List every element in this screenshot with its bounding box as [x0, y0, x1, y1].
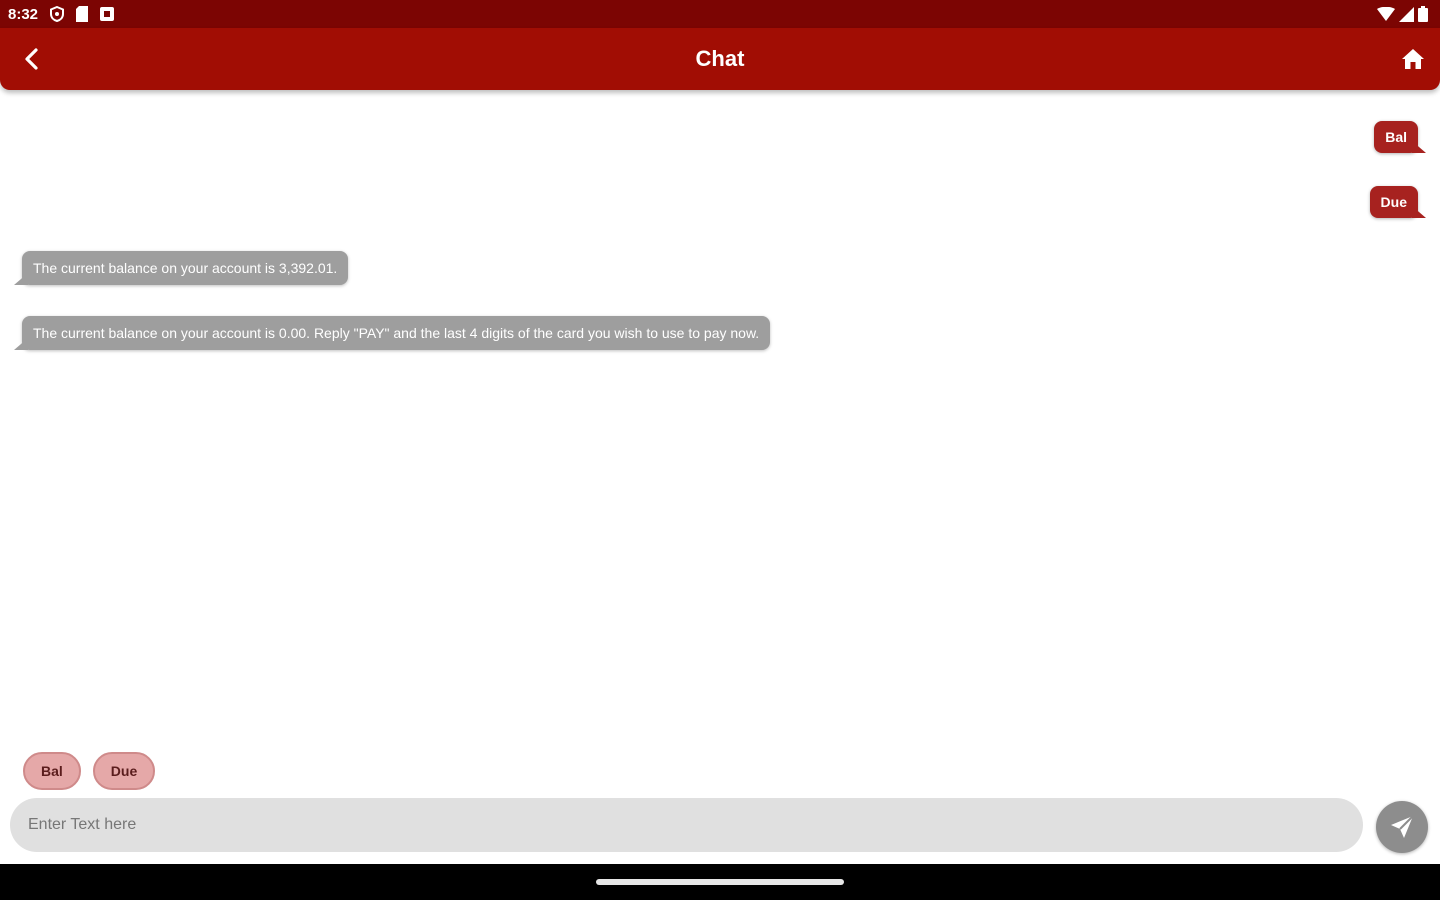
shield-icon: [50, 6, 65, 22]
page-title: Chat: [695, 46, 745, 71]
status-left: 8:32: [8, 5, 115, 23]
status-time: 8:32: [8, 5, 39, 23]
quick-reply-bal[interactable]: Bal: [23, 752, 81, 790]
bot-message: The current balance on your account is 0…: [13, 316, 771, 350]
cell-signal-icon: [1399, 6, 1414, 22]
sim-card-icon: [76, 6, 89, 22]
user-message: Bal: [1374, 121, 1426, 153]
chevron-left-icon: [25, 48, 38, 70]
home-indicator[interactable]: [596, 879, 844, 885]
send-button[interactable]: [1376, 801, 1428, 853]
user-message: Due: [1369, 186, 1427, 218]
navigation-bar: [0, 864, 1440, 900]
back-button[interactable]: [14, 42, 48, 76]
composer: [10, 798, 1430, 854]
home-button[interactable]: [1396, 42, 1430, 76]
status-bar: 8:32: [0, 0, 1440, 28]
wifi-icon: [1377, 7, 1395, 21]
home-icon: [1402, 49, 1424, 69]
app-bar: Chat: [0, 28, 1440, 90]
bot-message: The current balance on your account is 3…: [13, 251, 349, 285]
message-input[interactable]: [10, 798, 1363, 852]
send-icon: [1391, 815, 1414, 838]
battery-icon: [1418, 6, 1428, 22]
notification-square-icon: [100, 7, 115, 21]
quick-replies: Bal Due: [23, 752, 156, 790]
quick-reply-due[interactable]: Due: [92, 752, 156, 790]
status-right: [1377, 6, 1432, 22]
chat-screen: 8:32 Chat Bal Due The current balance on…: [0, 0, 1440, 900]
